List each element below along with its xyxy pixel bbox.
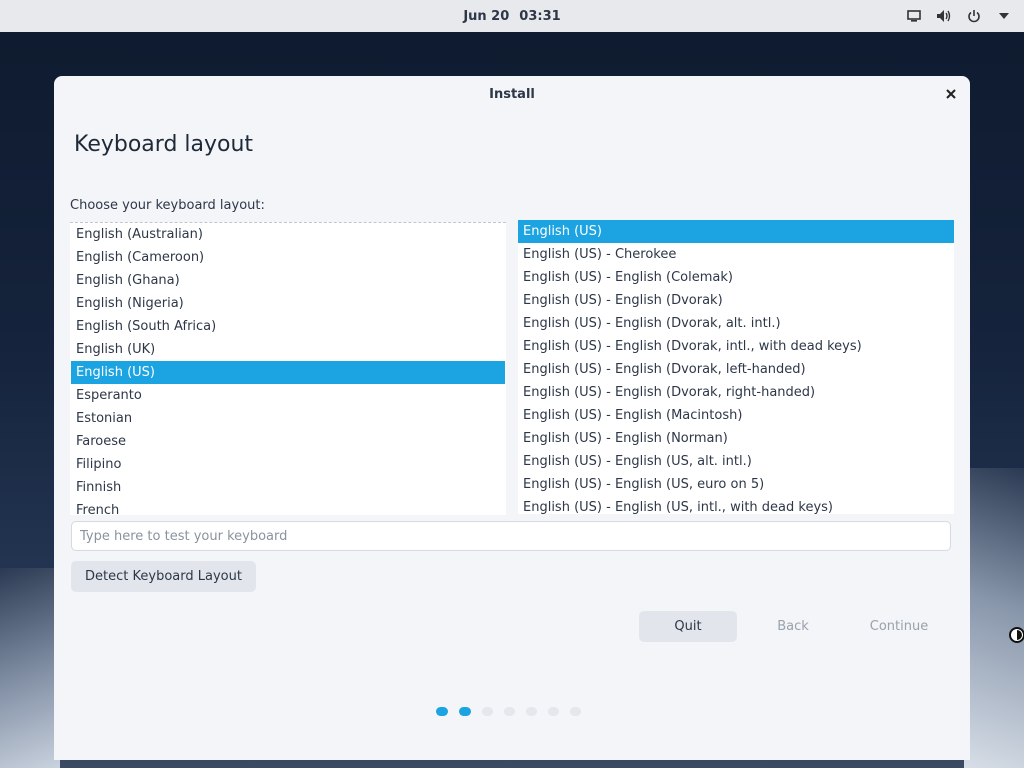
progress-dot (504, 707, 515, 716)
chevron-down-icon[interactable] (996, 8, 1012, 24)
variant-list-item[interactable]: English (US) - English (Norman) (518, 427, 954, 450)
layout-list-item[interactable]: English (US) (71, 361, 505, 384)
layout-list-item[interactable]: English (Cameroon) (71, 246, 505, 269)
close-icon[interactable] (942, 85, 960, 103)
keyboard-test-input[interactable] (71, 521, 951, 551)
quit-button[interactable]: Quit (639, 611, 737, 642)
power-icon[interactable] (966, 8, 982, 24)
layout-prompt: Choose your keyboard layout: (70, 198, 265, 213)
back-button[interactable]: Back (744, 611, 842, 642)
layout-list-item[interactable]: English (Australian) (71, 223, 505, 246)
progress-dot (548, 707, 559, 716)
progress-dot (570, 707, 581, 716)
detect-layout-button[interactable]: Detect Keyboard Layout (71, 561, 256, 592)
variant-list-item[interactable]: English (US) - English (Dvorak, right-ha… (518, 381, 954, 404)
layout-list-item[interactable]: English (South Africa) (71, 315, 505, 338)
clock[interactable]: Jun 20 03:31 (463, 9, 560, 24)
variant-list-item[interactable]: English (US) - English (Dvorak, alt. int… (518, 312, 954, 335)
continue-button[interactable]: Continue (850, 611, 948, 642)
cursor-icon (1008, 626, 1024, 644)
layout-list-item[interactable]: Esperanto (71, 384, 505, 407)
variant-list-item[interactable]: English (US) - Cherokee (518, 243, 954, 266)
wallpaper-mountain-left (0, 568, 60, 768)
variant-list[interactable]: English (US) English (US) - Cherokee Engli… (518, 220, 954, 514)
progress-dots (436, 707, 581, 716)
progress-dot (459, 707, 471, 716)
layout-list-item[interactable]: Finnish (71, 476, 505, 499)
variant-list-item[interactable]: English (US) - English (US, euro on 5) (518, 473, 954, 496)
layout-list[interactable]: English (Australian) English (Cameroon) En… (70, 222, 506, 515)
layout-list-item[interactable]: Estonian (71, 407, 505, 430)
system-tray[interactable] (906, 0, 1012, 32)
volume-icon[interactable] (936, 8, 952, 24)
progress-dot (526, 707, 537, 716)
window-title: Install (489, 86, 535, 102)
layout-list-item[interactable]: Filipino (71, 453, 505, 476)
clock-time: 03:31 (519, 8, 561, 24)
top-bar: Jun 20 03:31 (0, 0, 1024, 32)
variant-list-item[interactable]: English (US) - English (US, alt. intl.) (518, 450, 954, 473)
wallpaper-mountain-right (964, 468, 1024, 768)
variant-list-item[interactable]: English (US) - English (Dvorak, intl., w… (518, 335, 954, 358)
variant-list-item[interactable]: English (US) - English (Dvorak) (518, 289, 954, 312)
installer-window: Install Keyboard layout Choose your keyb… (54, 76, 970, 760)
layout-list-item[interactable]: English (Ghana) (71, 269, 505, 292)
variant-list-item[interactable]: English (US) - English (US, intl., with … (518, 496, 954, 514)
variant-list-item[interactable]: English (US) - English (Macintosh) (518, 404, 954, 427)
layout-list-item[interactable]: French (71, 499, 505, 515)
progress-dot (436, 707, 448, 716)
layout-list-item[interactable]: English (UK) (71, 338, 505, 361)
page-title: Keyboard layout (74, 132, 254, 157)
variant-list-item[interactable]: English (US) - English (Dvorak, left-han… (518, 358, 954, 381)
layout-list-item[interactable]: English (Nigeria) (71, 292, 505, 315)
variant-list-item[interactable]: English (US) - English (Colemak) (518, 266, 954, 289)
progress-dot (482, 707, 493, 716)
display-icon[interactable] (906, 8, 922, 24)
variant-list-item[interactable]: English (US) (518, 220, 954, 243)
layout-list-item[interactable]: Faroese (71, 430, 505, 453)
clock-date: Jun 20 (463, 8, 510, 24)
